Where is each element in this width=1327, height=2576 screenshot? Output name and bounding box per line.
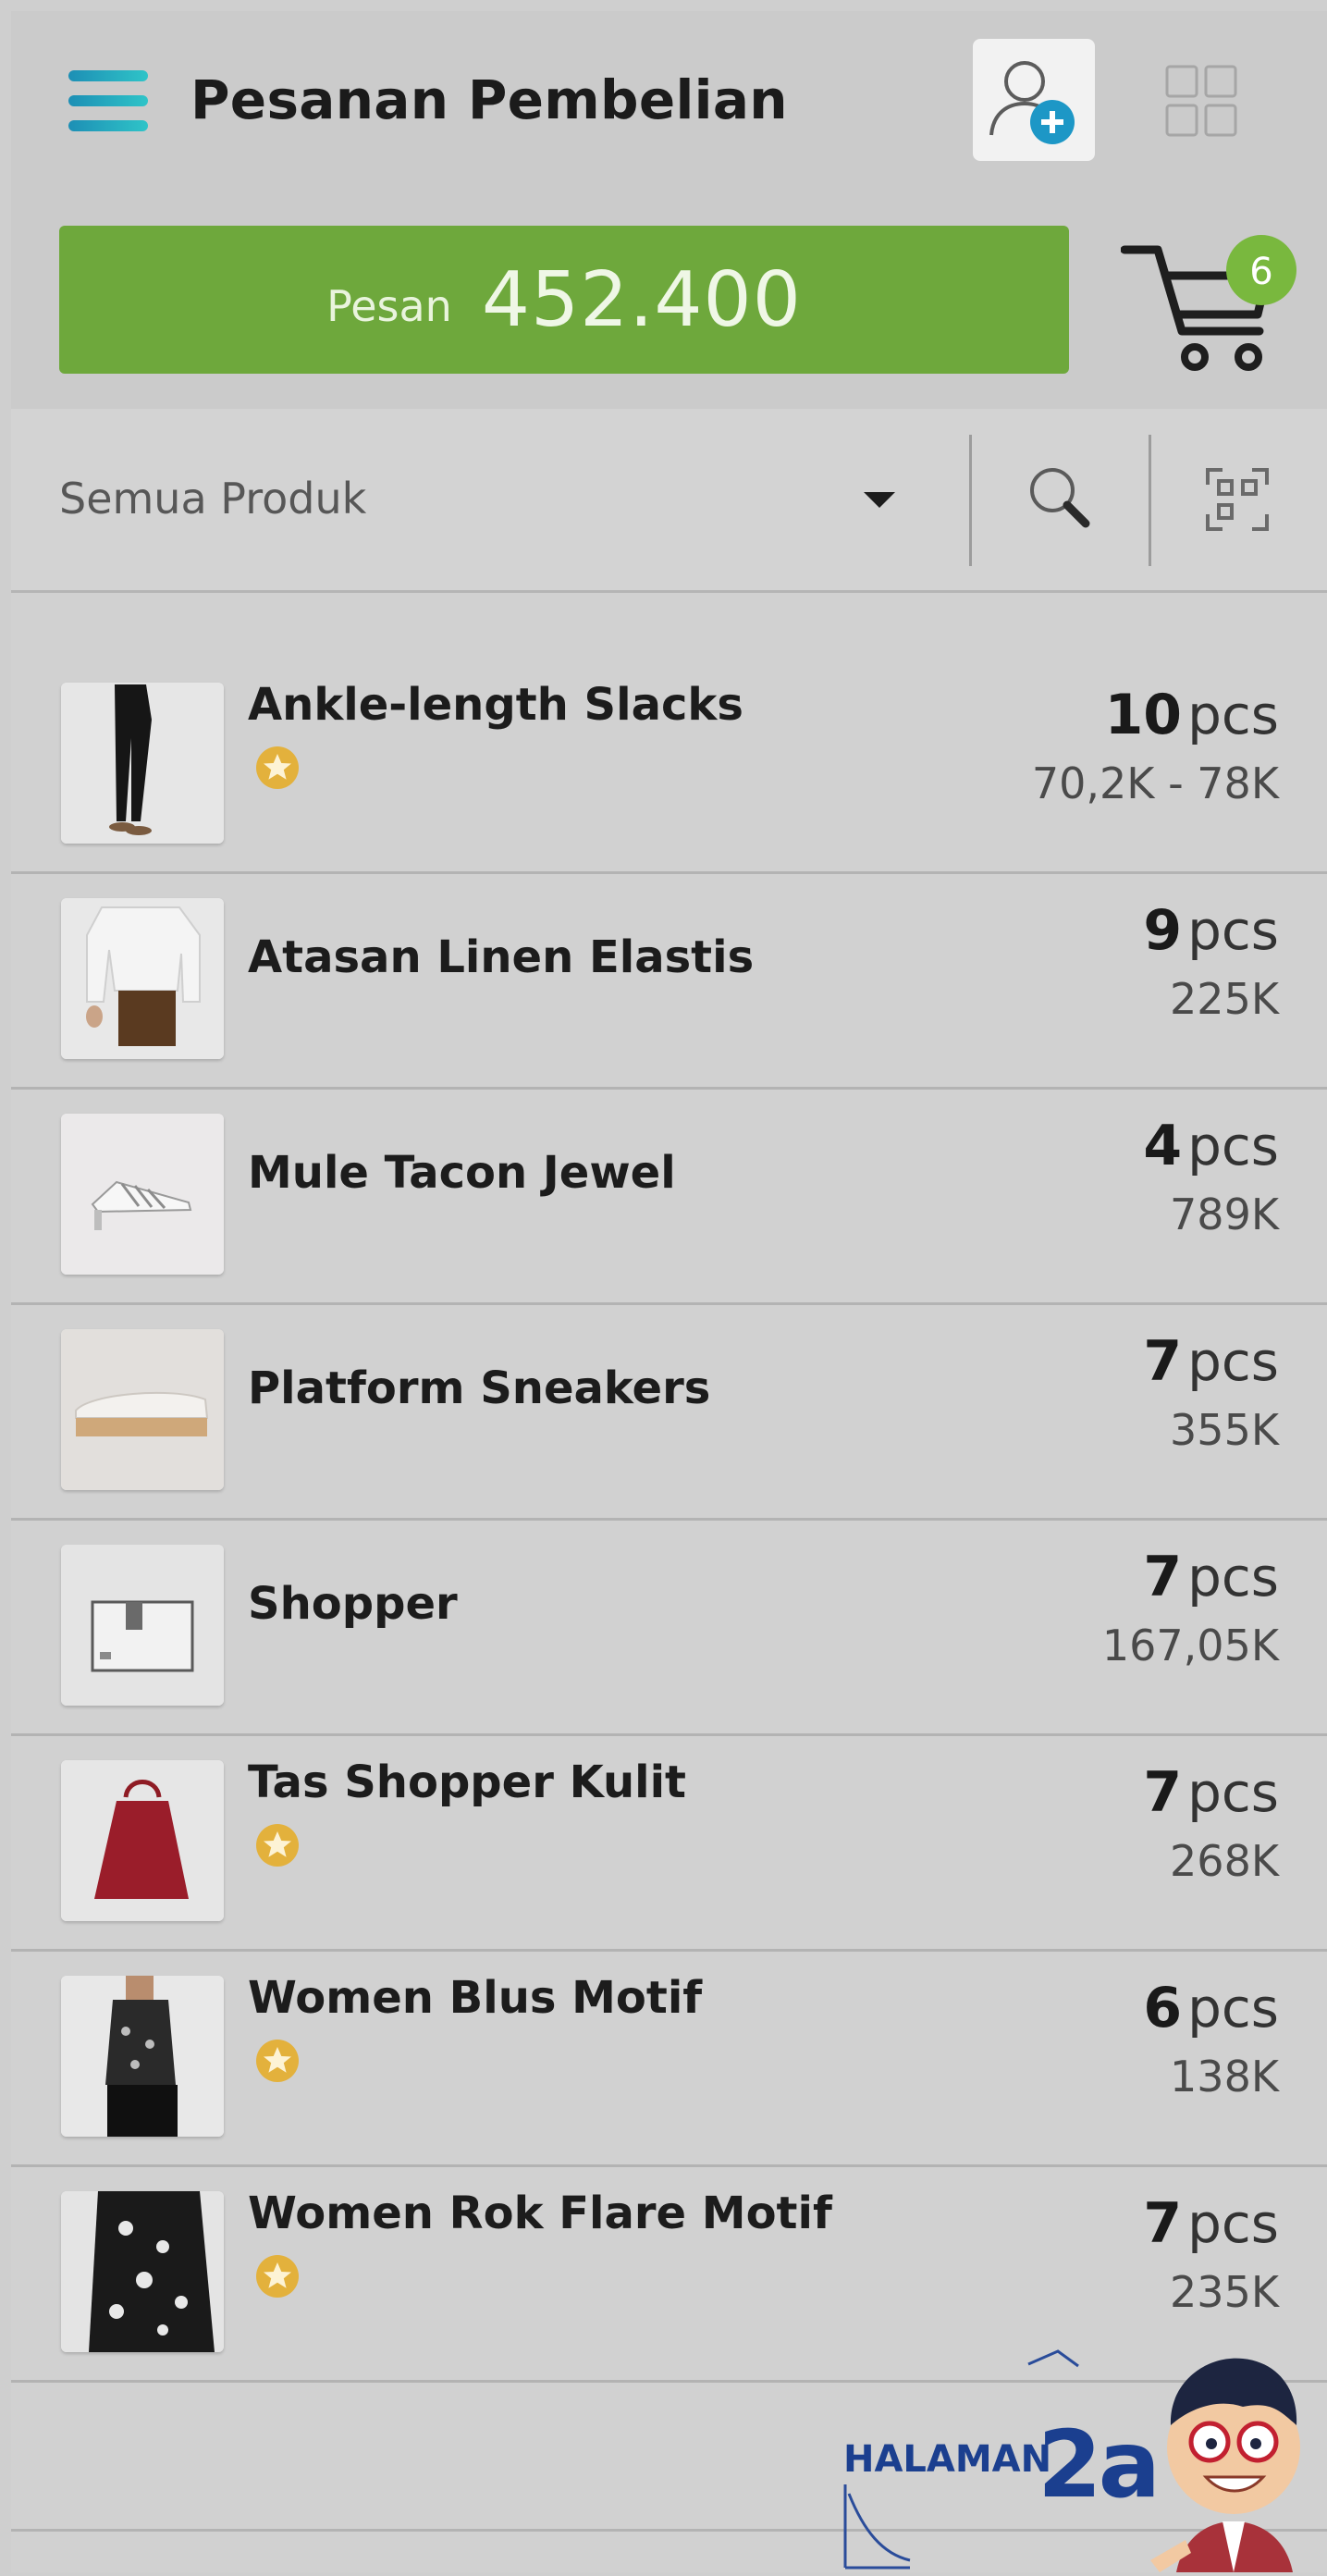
product-quantity: 6 pcs	[1143, 1976, 1279, 2040]
add-customer-button[interactable]	[973, 39, 1095, 161]
search-icon[interactable]	[1023, 461, 1097, 535]
product-price: 70,2K - 78K	[1031, 758, 1279, 808]
product-image	[61, 898, 224, 1059]
product-name: Shopper	[248, 1578, 458, 1630]
chevron-down-icon[interactable]	[864, 492, 895, 508]
product-quantity: 9 pcs	[1143, 898, 1279, 963]
product-name: Platform Sneakers	[248, 1362, 711, 1414]
product-image	[61, 1329, 224, 1490]
product-name: Atasan Linen Elastis	[248, 931, 755, 983]
cart-button[interactable]: 6	[1120, 222, 1296, 379]
product-price: 235K	[1170, 2267, 1279, 2317]
cart-count-badge: 6	[1249, 251, 1272, 293]
product-row[interactable]: Tas Shopper Kulit 7 pcs 268K	[11, 1736, 1327, 1952]
product-price: 355K	[1170, 1405, 1279, 1455]
product-name: Women Rok Flare Motif	[248, 2188, 832, 2239]
product-image	[61, 683, 224, 844]
page-title: Pesanan Pembelian	[190, 68, 788, 131]
order-label: Pesan	[326, 281, 452, 331]
product-row[interactable]: Ankle-length Slacks 10 pcs 70,2K - 78K	[11, 659, 1327, 874]
filter-bar: Semua Produk	[11, 409, 1327, 593]
product-image	[61, 2191, 224, 2352]
product-image	[61, 1976, 224, 2137]
hamburger-menu-icon[interactable]	[68, 70, 148, 131]
barcode-scan-icon[interactable]	[1204, 466, 1271, 533]
product-row[interactable]: Women Blus Motif 6 pcs 138K	[11, 1952, 1327, 2167]
product-image	[61, 1545, 224, 1706]
shopping-cart-icon: 6	[1120, 235, 1296, 371]
product-list: Ankle-length Slacks 10 pcs 70,2K - 78K At…	[11, 659, 1327, 2383]
product-quantity: 4 pcs	[1143, 1114, 1279, 1178]
grid-view-icon[interactable]	[1165, 65, 1237, 137]
product-name: Tas Shopper Kulit	[248, 1756, 686, 1808]
category-dropdown[interactable]: Semua Produk	[59, 474, 366, 524]
star-icon	[256, 1824, 299, 1867]
product-row[interactable]: Platform Sneakers 7 pcs 355K	[11, 1305, 1327, 1521]
product-row[interactable]: Atasan Linen Elastis 9 pcs 225K	[11, 874, 1327, 1090]
add-user-icon	[989, 61, 1075, 144]
product-quantity: 7 pcs	[1143, 1760, 1279, 1825]
product-quantity: 7 pcs	[1143, 1329, 1279, 1394]
star-icon	[256, 746, 299, 789]
app-screen: Pesanan Pembelian Pesan 452.400 6 Semua …	[11, 11, 1327, 2572]
watermark-page: 2a	[1038, 2410, 1161, 2519]
product-name: Mule Tacon Jewel	[248, 1147, 676, 1199]
product-name: Ankle-length Slacks	[248, 679, 743, 731]
app-header: Pesanan Pembelian Pesan 452.400 6	[11, 11, 1327, 409]
divider	[1149, 435, 1151, 566]
star-icon	[256, 2040, 299, 2082]
product-row[interactable]: Shopper 7 pcs 167,05K	[11, 1521, 1327, 1736]
product-image	[61, 1114, 224, 1275]
product-price: 167,05K	[1101, 1621, 1279, 1670]
product-price: 789K	[1170, 1189, 1279, 1239]
watermark-logo: HALAMAN 2a	[836, 2346, 1326, 2572]
star-icon	[256, 2255, 299, 2298]
product-name: Women Blus Motif	[248, 1972, 703, 2024]
product-price: 225K	[1170, 974, 1279, 1024]
product-quantity: 7 pcs	[1143, 1545, 1279, 1609]
product-quantity: 10 pcs	[1104, 683, 1279, 747]
watermark-label: HALAMAN	[843, 2438, 1052, 2481]
product-row[interactable]: Mule Tacon Jewel 4 pcs 789K	[11, 1090, 1327, 1305]
product-quantity: 7 pcs	[1143, 2191, 1279, 2256]
order-button[interactable]: Pesan 452.400	[59, 226, 1069, 374]
product-image	[61, 1760, 224, 1921]
divider	[969, 435, 972, 566]
order-total: 452.400	[481, 255, 802, 344]
product-price: 268K	[1170, 1836, 1279, 1886]
product-price: 138K	[1170, 2052, 1279, 2101]
